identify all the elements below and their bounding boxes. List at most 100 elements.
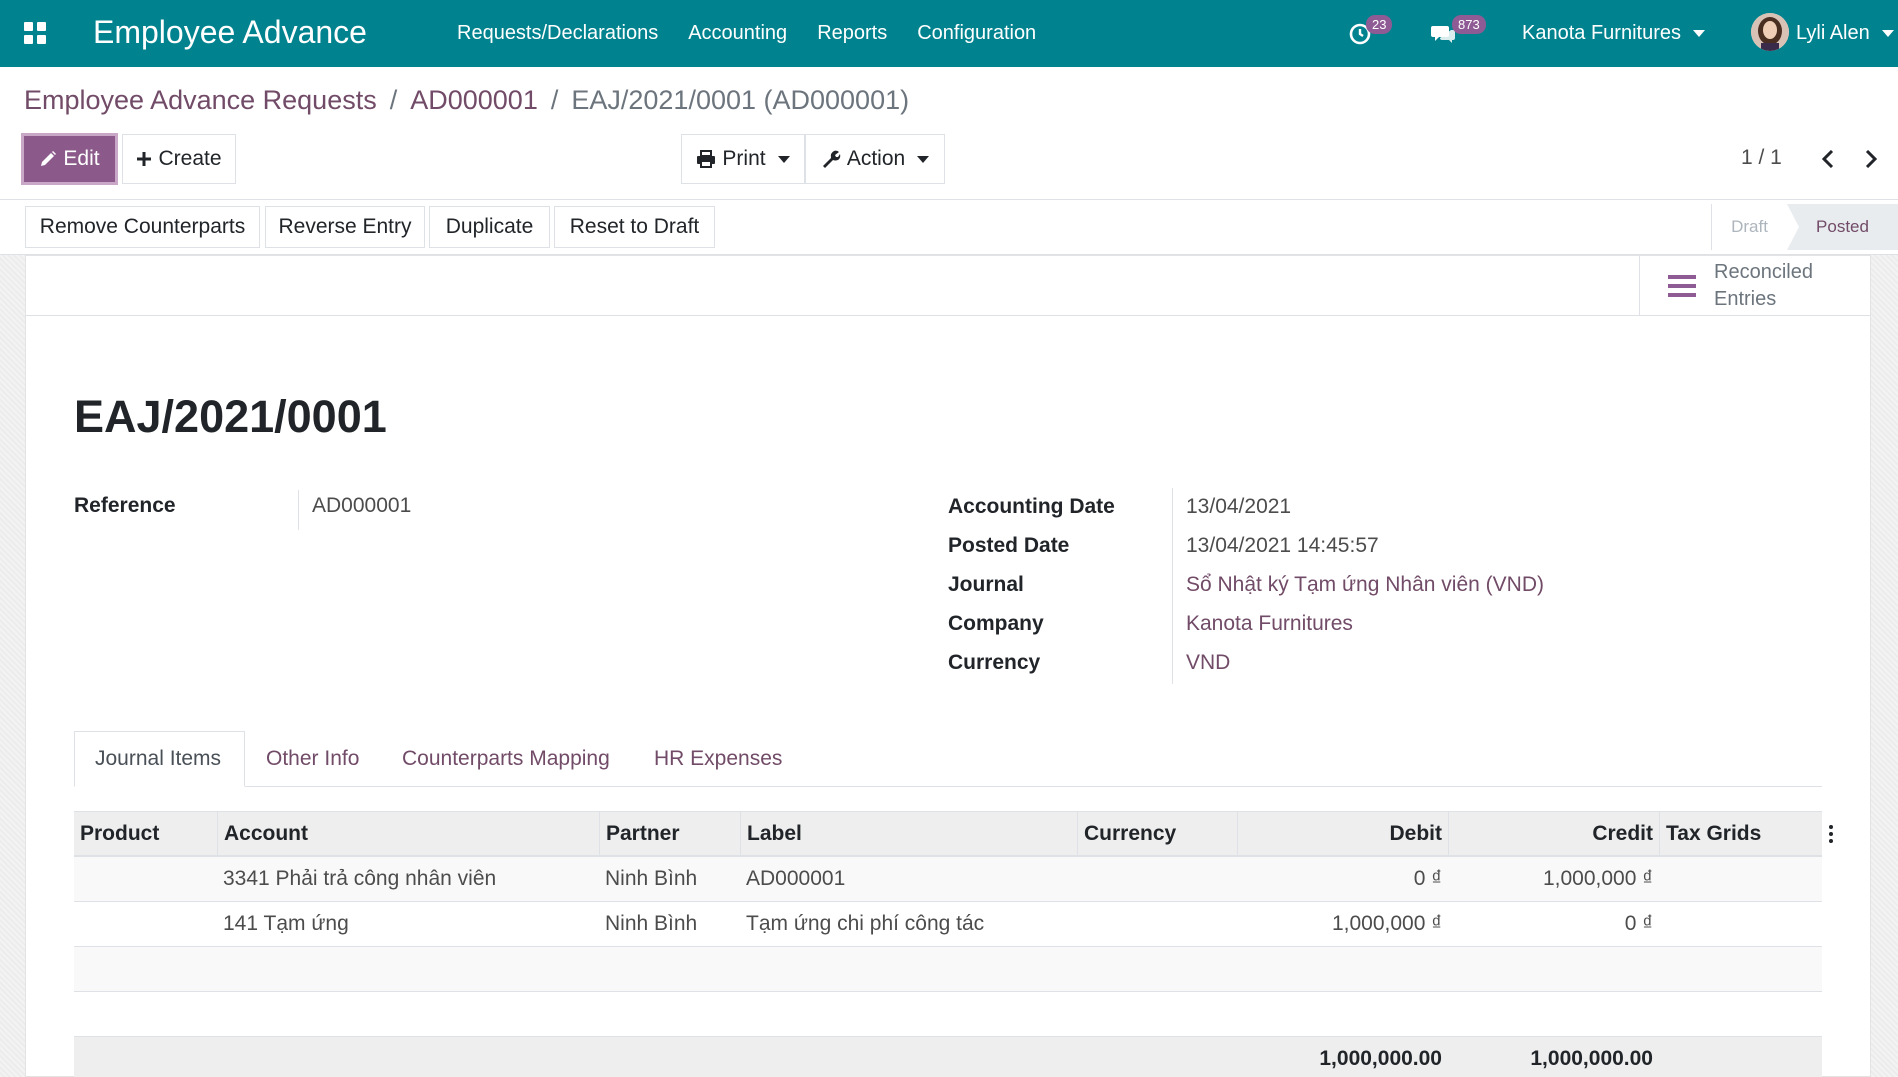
column-header-currency[interactable]: Currency xyxy=(1077,812,1237,856)
chevron-right-icon xyxy=(1865,150,1877,168)
breadcrumb-separator: / xyxy=(550,85,559,115)
currency-link[interactable]: VND xyxy=(1186,651,1230,675)
plus-icon xyxy=(137,152,152,166)
cell-partner: Ninh Bình xyxy=(605,912,698,935)
column-header-product[interactable]: Product xyxy=(74,812,217,856)
column-header-tax-grids[interactable]: Tax Grids xyxy=(1659,812,1822,856)
action-dropdown[interactable]: Action xyxy=(805,134,945,184)
cell-debit: 0 ₫ xyxy=(1413,867,1442,890)
company-label: Company xyxy=(948,612,1044,635)
tab-journal-items[interactable]: Journal Items xyxy=(74,731,245,787)
total-credit: 1,000,000.00 xyxy=(1530,1047,1653,1070)
app-title[interactable]: Employee Advance xyxy=(93,14,367,51)
column-header-partner[interactable]: Partner xyxy=(599,812,740,856)
duplicate-button[interactable]: Duplicate xyxy=(429,206,550,248)
activity-count-badge: 23 xyxy=(1366,15,1393,34)
accounting-date-label: Accounting Date xyxy=(948,495,1115,518)
print-dropdown[interactable]: Print xyxy=(681,134,805,184)
posted-date-label: Posted Date xyxy=(948,534,1070,557)
print-label: Print xyxy=(722,147,766,170)
table-row[interactable]: 3341 Phải trả công nhân viên Ninh Bình A… xyxy=(74,857,1822,902)
reconciled-entries-label: Reconciled Entries xyxy=(1714,259,1813,313)
journal-link[interactable]: Sổ Nhật ký Tạm ứng Nhân viên (VND) xyxy=(1186,573,1544,597)
user-avatar[interactable] xyxy=(1751,13,1789,51)
cell-account: 3341 Phải trả công nhân viên xyxy=(223,867,497,890)
column-header-account[interactable]: Account xyxy=(217,812,599,856)
breadcrumb-employee-advance-requests[interactable]: Employee Advance Requests xyxy=(24,85,377,116)
notebook-tabs: Journal Items Other Info Counterparts Ma… xyxy=(74,731,1822,787)
reference-label: Reference xyxy=(74,494,176,517)
form-sheet: Reconciled Entries EAJ/2021/0001 Referen… xyxy=(25,255,1871,1077)
user-name: Lyli Alen xyxy=(1796,22,1870,44)
table-header: Product Account Partner Label Currency D… xyxy=(74,811,1833,857)
menu-reports[interactable]: Reports xyxy=(817,22,887,45)
tab-other-info[interactable]: Other Info xyxy=(266,731,359,787)
create-button[interactable]: Create xyxy=(122,134,236,184)
breadcrumb-current: EAJ/2021/0001 (AD000001) xyxy=(571,85,910,115)
cell-product xyxy=(74,902,217,946)
journal-label: Journal xyxy=(948,573,1024,596)
menu-configuration[interactable]: Configuration xyxy=(917,22,1036,45)
cell-account: 141 Tạm ứng xyxy=(223,912,349,935)
reconciled-entries-button[interactable]: Reconciled Entries xyxy=(1639,256,1870,316)
reconciled-entries-line1: Reconciled xyxy=(1714,261,1813,283)
chevron-down-icon xyxy=(1881,30,1894,38)
activity-button[interactable]: 23 xyxy=(1348,15,1402,52)
reference-value: AD000001 xyxy=(312,494,412,517)
breadcrumb-separator: / xyxy=(389,85,398,115)
pager-value[interactable]: 1 / 1 xyxy=(1741,146,1782,170)
main-menu: Requests/Declarations Accounting Reports… xyxy=(457,22,1066,45)
field-divider xyxy=(1172,488,1173,684)
company-link[interactable]: Kanota Furnitures xyxy=(1186,612,1353,636)
smart-button-box: Reconciled Entries xyxy=(26,256,1870,316)
stage-draft[interactable]: Draft xyxy=(1711,204,1787,250)
remove-counterparts-button[interactable]: Remove Counterparts xyxy=(25,206,260,248)
create-label: Create xyxy=(158,147,222,170)
company-name: Kanota Furnitures xyxy=(1522,22,1681,44)
menu-requests-declarations[interactable]: Requests/Declarations xyxy=(457,22,658,45)
chevron-left-icon xyxy=(1822,150,1834,168)
pencil-icon xyxy=(41,151,57,166)
cell-currency xyxy=(1077,902,1237,946)
cell-credit: 0 ₫ xyxy=(1624,912,1653,935)
menu-accounting[interactable]: Accounting xyxy=(688,22,787,45)
cell-credit: 1,000,000 ₫ xyxy=(1542,867,1653,890)
messages-button[interactable]: 873 xyxy=(1430,15,1492,52)
table-row[interactable]: 141 Tạm ứng Ninh Bình Tạm ứng chi phí cô… xyxy=(74,902,1822,947)
reset-to-draft-button[interactable]: Reset to Draft xyxy=(554,206,715,248)
bars-icon xyxy=(1668,275,1696,297)
breadcrumb-ad000001[interactable]: AD000001 xyxy=(410,85,538,116)
reverse-entry-button[interactable]: Reverse Entry xyxy=(265,206,425,248)
tab-hr-expenses[interactable]: HR Expenses xyxy=(654,731,782,787)
apps-menu-icon[interactable] xyxy=(24,22,46,44)
form-statusbar: Remove Counterparts Reverse Entry Duplic… xyxy=(0,200,1898,255)
breadcrumb: Employee Advance Requests / AD000001 / E… xyxy=(24,85,909,116)
pager-previous-button[interactable] xyxy=(1817,146,1839,172)
accounting-date-value: 13/04/2021 xyxy=(1186,495,1292,518)
field-divider xyxy=(298,490,299,530)
tab-counterparts-mapping[interactable]: Counterparts Mapping xyxy=(402,731,610,787)
chevron-down-icon xyxy=(777,155,790,163)
cell-currency xyxy=(1077,857,1237,901)
pager-next-button[interactable] xyxy=(1860,146,1882,172)
cell-debit: 1,000,000 ₫ xyxy=(1331,912,1442,935)
stage-posted[interactable]: Posted xyxy=(1787,204,1898,250)
cell-label: Tạm ứng chi phí công tác xyxy=(746,912,985,935)
journal-items-table: Product Account Partner Label Currency D… xyxy=(74,811,1833,1077)
cell-tax-grids xyxy=(1659,857,1822,901)
column-header-label[interactable]: Label xyxy=(740,812,1077,856)
messages-count-badge: 873 xyxy=(1452,15,1486,34)
currency-label: Currency xyxy=(948,651,1041,674)
edit-label: Edit xyxy=(63,147,100,170)
column-header-debit[interactable]: Debit xyxy=(1237,812,1448,856)
chevron-down-icon xyxy=(1692,30,1705,38)
column-header-credit[interactable]: Credit xyxy=(1448,812,1659,856)
total-debit: 1,000,000.00 xyxy=(1319,1047,1442,1070)
company-switcher[interactable]: Kanota Furnitures xyxy=(1522,22,1705,45)
user-menu[interactable]: Lyli Alen xyxy=(1796,22,1894,45)
top-navbar: Employee Advance Requests/Declarations A… xyxy=(0,0,1898,67)
posted-date-value: 13/04/2021 14:45:57 xyxy=(1186,534,1379,557)
optional-columns-kebab-icon[interactable] xyxy=(1829,825,1833,846)
edit-button[interactable]: Edit xyxy=(21,133,118,185)
cell-label: AD000001 xyxy=(746,867,846,890)
